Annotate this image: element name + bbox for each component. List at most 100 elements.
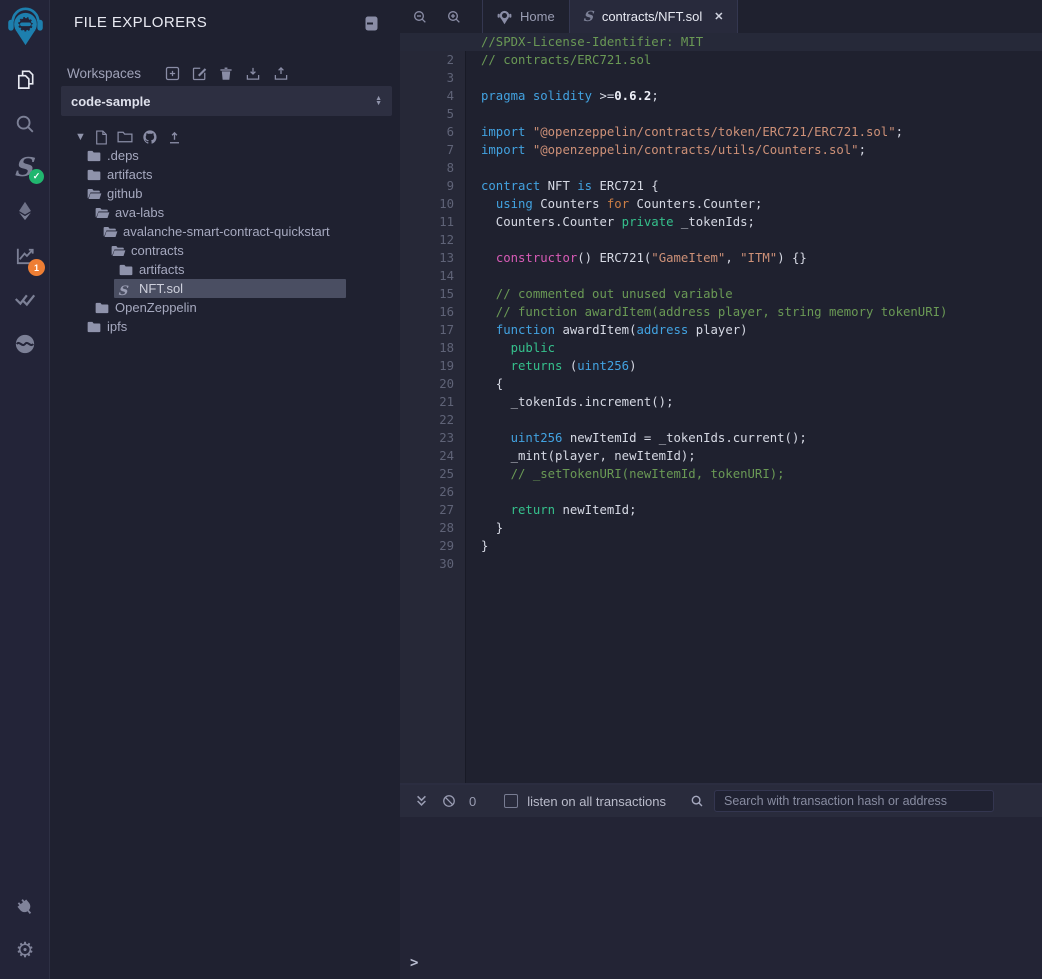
line-number: 25 [400, 465, 465, 483]
line-number: 13 [400, 249, 465, 267]
tab-nft-sol[interactable]: S contracts/NFT.sol ✕ [570, 0, 739, 33]
icon-sidebar: S ✓ 1 [0, 0, 50, 979]
folder-icon [87, 321, 101, 333]
new-file-icon[interactable] [95, 130, 108, 145]
workspaces-toolbar: Workspaces [67, 63, 295, 83]
remix-home-icon [497, 9, 512, 25]
code-line-17: function awardItem(address player) [467, 321, 1042, 339]
tab-home-label: Home [520, 9, 555, 24]
code-line-15: // commented out unused variable [467, 285, 1042, 303]
code-line-19: returns (uint256) [467, 357, 1042, 375]
tree-item-artifacts[interactable]: artifacts [51, 165, 400, 184]
tree-item--deps[interactable]: .deps [51, 146, 400, 165]
tree-item-label: artifacts [139, 262, 185, 277]
unit-testing-icon[interactable] [0, 288, 50, 310]
transaction-search-input[interactable] [714, 790, 994, 812]
line-number: 14 [400, 267, 465, 285]
tab-home[interactable]: Home [482, 0, 570, 33]
code-line-16: // function awardItem(address player, st… [467, 303, 1042, 321]
solidity-file-icon: S [583, 9, 595, 25]
workspace-select[interactable]: code-sample ▲▼ [61, 86, 392, 116]
code-lines: //SPDX-License-Identifier: MIT// contrac… [467, 33, 1042, 783]
collapse-caret-icon[interactable]: ▼ [75, 131, 86, 143]
plugin-manager-icon[interactable] [0, 896, 50, 919]
select-updown-icon: ▲▼ [375, 96, 382, 106]
line-number: 23 [400, 429, 465, 447]
zoom-out-icon[interactable] [412, 9, 428, 25]
line-number: 28 [400, 519, 465, 537]
tab-close-icon[interactable]: ✕ [714, 10, 723, 23]
create-workspace-icon[interactable] [165, 66, 180, 81]
rename-workspace-icon[interactable] [192, 66, 207, 81]
analytics-count-badge: 1 [28, 259, 45, 276]
line-number: 16 [400, 303, 465, 321]
code-line-7: import "@openzeppelin/contracts/utils/Co… [467, 141, 1042, 159]
tree-item-label: contracts [131, 243, 184, 258]
terminal-collapse-icon[interactable] [415, 794, 428, 808]
folder-icon [95, 302, 109, 314]
solidity-compiler-icon[interactable]: S ✓ [0, 153, 50, 183]
terminal-pane: 0 listen on all transactions > [400, 783, 1042, 979]
line-number: 17 [400, 321, 465, 339]
search-icon[interactable] [0, 113, 50, 135]
upload-file-icon[interactable] [167, 130, 182, 145]
tree-item-label: github [107, 186, 142, 201]
github-icon[interactable] [142, 129, 158, 145]
folder-icon [87, 169, 101, 181]
code-line-3 [467, 69, 1042, 87]
workspaces-label: Workspaces [67, 66, 141, 81]
tree-item-avalanche-smart-contract-quickstart[interactable]: avalanche-smart-contract-quickstart [51, 222, 400, 241]
compiler-success-badge: ✓ [29, 169, 44, 184]
folder-icon [119, 264, 133, 276]
terminal-clear-icon[interactable] [442, 794, 456, 808]
line-number: 29 [400, 537, 465, 555]
line-number: 18 [400, 339, 465, 357]
line-number: 12 [400, 231, 465, 249]
line-number: 10 [400, 195, 465, 213]
tab-nft-sol-label: contracts/NFT.sol [602, 9, 702, 24]
plugin-circle-icon[interactable] [0, 333, 50, 355]
line-number: 3 [400, 69, 465, 87]
code-line-24: _mint(player, newItemId); [467, 447, 1042, 465]
line-number: 22 [400, 411, 465, 429]
line-number: 19 [400, 357, 465, 375]
tree-item-openzeppelin[interactable]: OpenZeppelin [51, 298, 400, 317]
upload-workspace-icon[interactable] [273, 66, 289, 81]
editor-tabbar: Home S contracts/NFT.sol ✕ [400, 0, 1042, 33]
download-workspace-icon[interactable] [245, 66, 261, 81]
terminal-toolbar: 0 listen on all transactions [400, 785, 1042, 817]
delete-workspace-icon[interactable] [219, 66, 233, 81]
book-icon[interactable] [365, 16, 378, 31]
tree-item-github[interactable]: github [51, 184, 400, 203]
tree-item-nft-sol[interactable]: SNFT.sol [114, 279, 346, 298]
file-tree: .deps artifacts github ava-labsavalanche-sm… [51, 146, 400, 336]
remix-logo-icon [0, 7, 50, 47]
settings-gear-icon[interactable]: ⚙ [0, 940, 50, 961]
line-number: 5 [400, 105, 465, 123]
file-explorer-icon[interactable] [0, 68, 50, 91]
code-line-30 [467, 555, 1042, 573]
tree-item-ava-labs[interactable]: ava-labs [51, 203, 400, 222]
line-number: 7 [400, 141, 465, 159]
line-number: 15 [400, 285, 465, 303]
listen-transactions-checkbox[interactable] [504, 794, 518, 808]
line-number: 26 [400, 483, 465, 501]
line-number: 21 [400, 393, 465, 411]
folder-icon [87, 150, 101, 162]
code-line-21: _tokenIds.increment(); [467, 393, 1042, 411]
tree-item-label: artifacts [107, 167, 153, 182]
tree-item-artifacts[interactable]: artifacts [51, 260, 400, 279]
code-area[interactable]: 1234567891011121314151617181920212223242… [400, 33, 1042, 783]
code-line-4: pragma solidity >=0.6.2; [467, 87, 1042, 105]
tree-item-ipfs[interactable]: ipfs [51, 317, 400, 336]
deploy-run-icon[interactable] [0, 200, 50, 222]
new-folder-icon[interactable] [117, 130, 133, 144]
file-explorer-panel: FILE EXPLORERS Workspaces [51, 0, 400, 979]
code-line-8 [467, 159, 1042, 177]
code-line-29: } [467, 537, 1042, 555]
analytics-icon[interactable]: 1 [0, 244, 50, 267]
tree-item-contracts[interactable]: contracts [51, 241, 400, 260]
tree-item-label: ipfs [107, 319, 127, 334]
line-number: 6 [400, 123, 465, 141]
zoom-in-icon[interactable] [446, 9, 462, 25]
